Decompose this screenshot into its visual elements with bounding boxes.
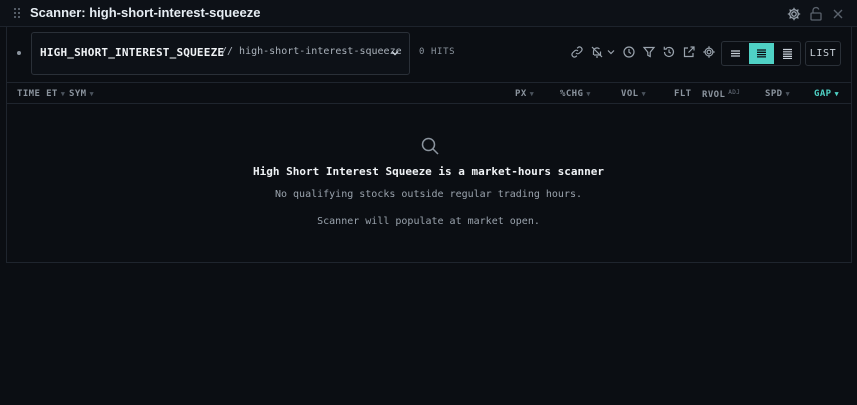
view-default-button[interactable] [749,43,774,64]
column-header-spd[interactable]: SPD ▼ [765,89,790,99]
empty-state-hint: Scanner will populate at market open. [317,216,540,227]
drag-handle-icon[interactable] [14,8,22,20]
column-header-chg[interactable]: %CHG ▼ [560,89,591,99]
column-header-px[interactable]: PX ▼ [515,89,534,99]
link-icon[interactable] [570,45,584,59]
empty-state-title: High Short Interest Squeeze is a market-… [253,165,604,178]
unlock-icon[interactable] [808,6,824,22]
column-header-rvol[interactable]: RVOL ADJ [702,89,740,100]
settings-gear-icon[interactable] [702,45,716,59]
header-divider-top [7,82,851,83]
column-header-flt[interactable]: FLT [674,89,691,99]
column-header-time[interactable]: TIME ET ▼ [17,89,65,99]
window-title: Scanner: high-short-interest-squeeze [30,5,261,20]
search-icon [421,137,439,155]
status-dot [17,51,21,55]
hits-count: 0 HITS [419,47,456,57]
close-icon[interactable] [830,6,846,22]
bell-off-icon[interactable] [590,45,604,59]
scanner-selector[interactable]: HIGH_SHORT_INTEREST_SQUEEZE // high-shor… [31,32,410,75]
window-titlebar: Scanner: high-short-interest-squeeze [0,0,857,27]
empty-state-message: No qualifying stocks outside regular tra… [274,189,583,200]
column-header-vol[interactable]: VOL ▼ [621,89,646,99]
view-comfortable-button[interactable] [775,43,800,64]
external-link-icon[interactable] [682,45,696,59]
history-icon[interactable] [662,45,676,59]
column-header-gap[interactable]: GAP ▼ [814,89,839,99]
scanner-name: HIGH_SHORT_INTEREST_SQUEEZE [40,46,225,59]
column-header-sym[interactable]: SYM ▼ [69,89,94,99]
view-compact-button[interactable] [723,43,748,64]
chevron-down-icon[interactable] [604,45,618,59]
filter-icon[interactable] [642,45,656,59]
chevron-down-icon [391,51,399,56]
clock-icon[interactable] [622,45,636,59]
list-button[interactable]: LIST [805,41,841,66]
scanner-slug: // high-short-interest-squeeze [221,46,402,57]
view-mode-toggle [721,41,801,66]
gear-icon[interactable] [786,6,802,22]
header-divider-bottom [7,103,851,104]
